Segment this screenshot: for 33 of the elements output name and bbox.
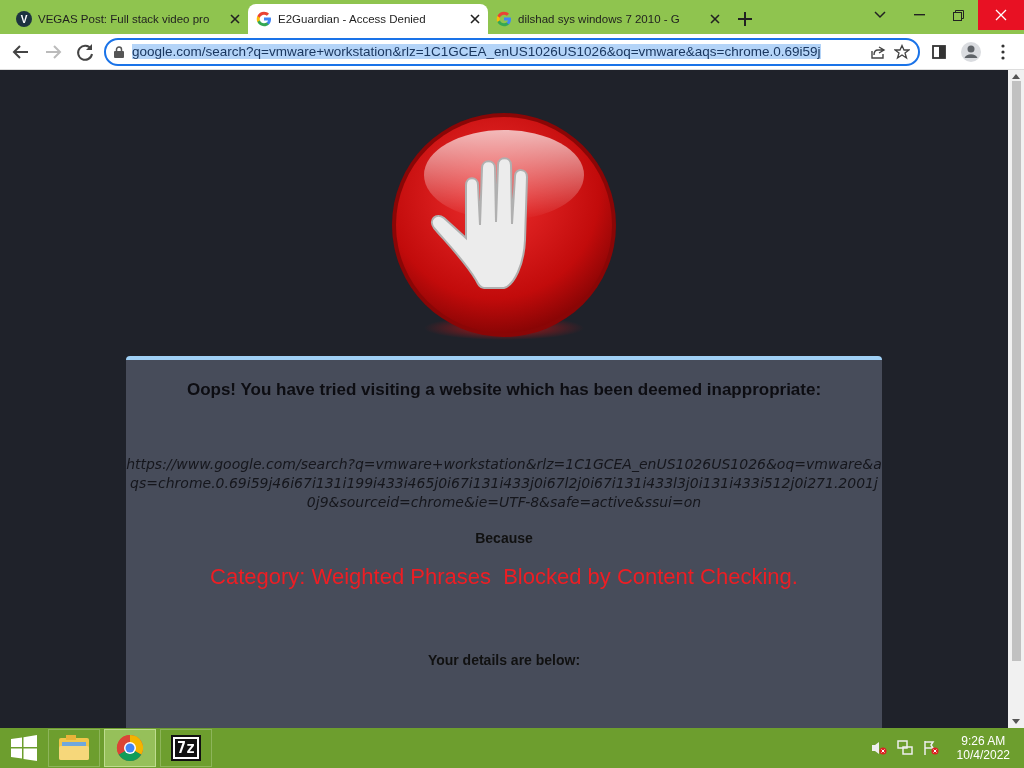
restore-icon[interactable] [953, 9, 964, 21]
address-field[interactable]: google.com/search?q=vmware+workstation&rlz=1C1GCEA_enUS1026US1026&oq=vmware&aqs=chrome.0.69i59j [104, 37, 920, 66]
google-icon [256, 11, 272, 27]
google-icon [496, 11, 512, 27]
star-icon[interactable] [894, 43, 910, 60]
chrome-icon[interactable] [116, 734, 144, 762]
lock-icon [114, 45, 124, 58]
warning-heading: Oops! You have tried visiting a website which has been deemed inappropriate: [186, 380, 822, 400]
close-icon[interactable] [470, 14, 480, 24]
close-icon[interactable] [710, 14, 720, 24]
flag-alert-icon[interactable] [922, 740, 939, 756]
sevenzip-icon[interactable]: 7z [172, 737, 200, 759]
minimize-icon[interactable] [914, 14, 925, 16]
new-tab-icon[interactable] [738, 12, 752, 26]
details-label: Your details are below: [427, 652, 581, 668]
close-icon[interactable] [230, 14, 240, 24]
block-reason: Category: Weighted Phrases Blocked by Content Checking. [210, 564, 798, 590]
chevron-icon[interactable] [874, 11, 886, 19]
browser-tab[interactable]: dilshad sys windows 7 2010 - G [488, 4, 728, 34]
share-icon[interactable] [870, 43, 886, 60]
site-icon: V [16, 11, 32, 27]
scrollbar[interactable] [1008, 70, 1024, 728]
scroll-up-icon[interactable] [1012, 74, 1020, 79]
taskbar-button[interactable]: 7z [160, 729, 212, 767]
blocked-url: https://www.google.com/search?q=vmware+workstation&rlz=1C1GCEA_enUS1026US1026&oq=vmware&aqs=chrome.0.69i59j46i67i131i199i433i465j0i67i131i433j0i67l2j0i67i131i433l3j0i131i433i512j0i271.2001j0j9&sourceid=chrome&ie=UTF-8&safe=active&ssui=on [126, 455, 882, 512]
browser-tab[interactable]: V VEGAS Post: Full stack video pro [8, 4, 248, 34]
browser-tab[interactable]: E2Guardian - Access Denied [248, 4, 488, 34]
speaker-muted-icon[interactable] [870, 740, 887, 756]
because-label: Because [475, 530, 533, 546]
scroll-down-icon[interactable] [1012, 719, 1020, 724]
windows-icon[interactable] [11, 735, 37, 761]
network-icon[interactable] [896, 740, 913, 756]
taskbar-button[interactable] [104, 729, 156, 767]
